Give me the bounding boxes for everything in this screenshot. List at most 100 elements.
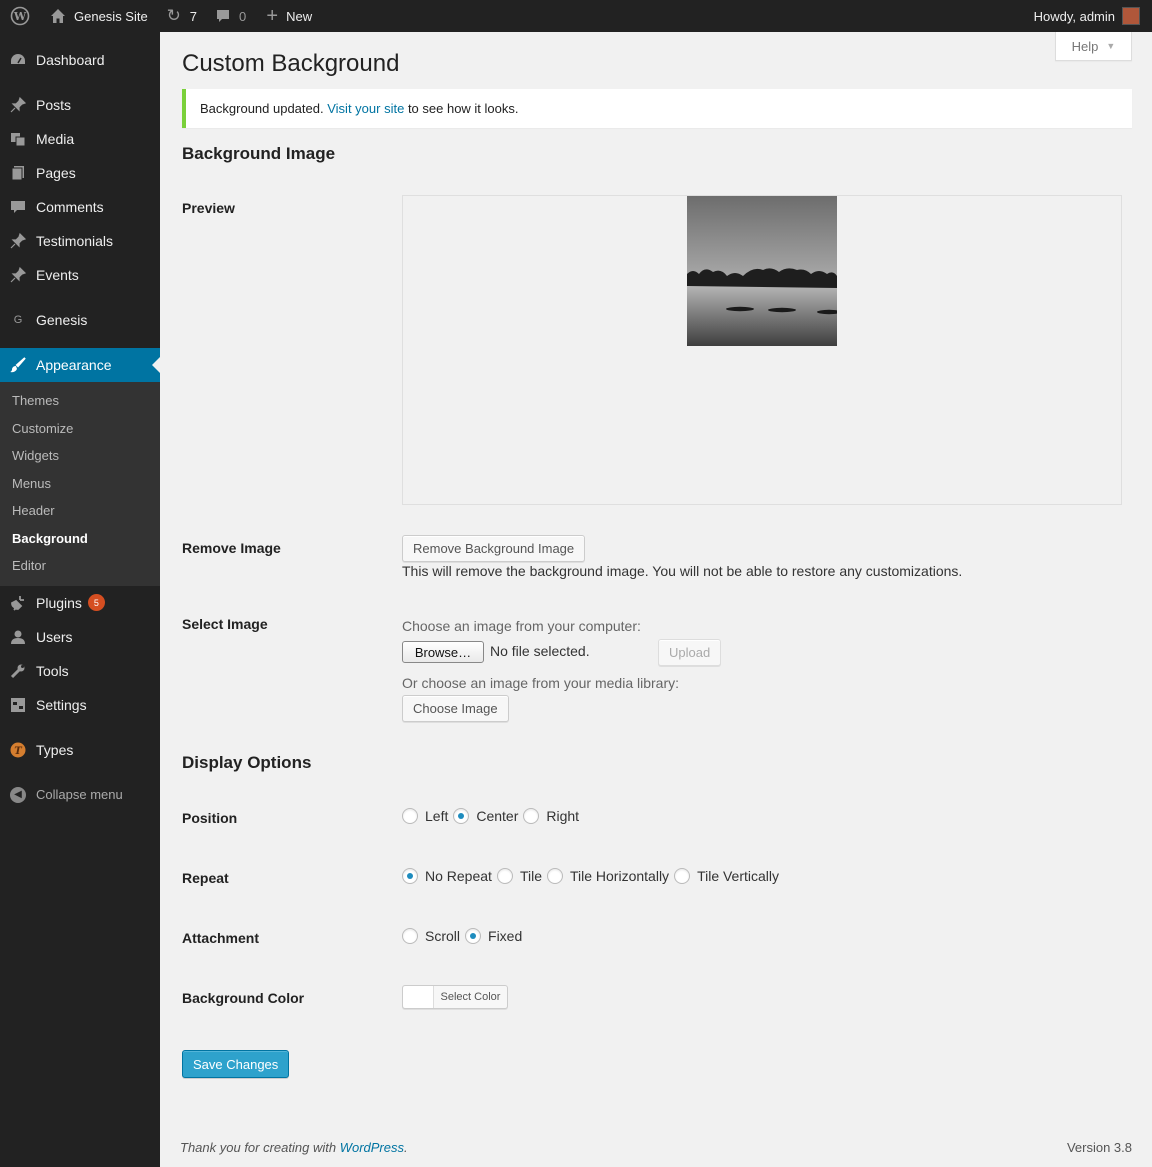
footer-thanks: Thank you for creating with WordPress.: [180, 1140, 408, 1155]
menu-types[interactable]: T Types: [0, 733, 160, 767]
background-image-heading: Background Image: [182, 144, 336, 163]
new-content-menu[interactable]: + New: [254, 0, 320, 32]
repeat-no-repeat-radio[interactable]: [402, 868, 418, 884]
menu-dashboard-label: Dashboard: [36, 52, 105, 68]
wordpress-link[interactable]: WordPress: [340, 1140, 404, 1155]
menu-tools[interactable]: Tools: [0, 654, 160, 688]
select-color-button[interactable]: Select Color: [402, 985, 508, 1009]
visit-site-link[interactable]: Visit your site: [327, 101, 404, 116]
pushpin-icon: [8, 265, 28, 285]
position-center-radio[interactable]: [453, 808, 470, 824]
menu-users-label: Users: [36, 628, 73, 645]
avatar: [1122, 7, 1140, 25]
comment-bubble-icon: [213, 6, 233, 26]
submenu-customize[interactable]: Customize: [0, 415, 160, 443]
wrench-icon: [8, 661, 28, 681]
position-right-label[interactable]: Right: [546, 808, 579, 824]
menu-plugins-label: Plugins: [36, 594, 82, 611]
submenu-themes[interactable]: Themes: [0, 387, 160, 415]
menu-genesis-label: Genesis: [36, 312, 88, 328]
position-left-label[interactable]: Left: [425, 808, 448, 824]
appearance-submenu: Themes Customize Widgets Menus Header Ba…: [0, 382, 160, 586]
menu-events-label: Events: [36, 267, 79, 283]
submenu-menus[interactable]: Menus: [0, 470, 160, 498]
plus-icon: +: [266, 4, 279, 27]
choose-image-button[interactable]: Choose Image: [402, 695, 509, 722]
menu-plugins[interactable]: Plugins 5: [0, 586, 160, 620]
select-image-label: Select Image: [182, 616, 268, 632]
remove-image-description: This will remove the background image. Y…: [402, 563, 963, 579]
site-name-menu[interactable]: Genesis Site: [40, 0, 156, 32]
attachment-radio-group: Scroll Fixed: [402, 928, 527, 944]
pages-icon: [8, 163, 28, 183]
submenu-editor[interactable]: Editor: [0, 552, 160, 580]
choose-from-library-label: Or choose an image from your media libra…: [402, 675, 679, 691]
remove-image-label: Remove Image: [182, 540, 281, 556]
attachment-scroll-label[interactable]: Scroll: [425, 928, 460, 944]
collapse-menu-label: Collapse menu: [36, 787, 123, 802]
menu-users[interactable]: Users: [0, 620, 160, 654]
repeat-no-repeat-label[interactable]: No Repeat: [425, 868, 492, 884]
updates-count: 7: [189, 8, 197, 24]
settings-sliders-icon: [8, 695, 28, 715]
updates-icon: ↻: [166, 6, 181, 25]
submenu-widgets[interactable]: Widgets: [0, 442, 160, 470]
menu-appearance[interactable]: Appearance: [0, 348, 160, 382]
attachment-scroll-radio[interactable]: [402, 928, 418, 944]
repeat-tile-vertically-label[interactable]: Tile Vertically: [697, 868, 779, 884]
menu-genesis[interactable]: G Genesis: [0, 303, 160, 337]
submenu-background[interactable]: Background: [0, 525, 160, 553]
my-account-menu[interactable]: Howdy, admin: [1026, 0, 1152, 32]
admin-bar: W Genesis Site ↻ 7 0 + New Howdy, admin: [0, 0, 1152, 32]
repeat-tile-label[interactable]: Tile: [520, 868, 542, 884]
menu-tools-label: Tools: [36, 662, 69, 679]
menu-media[interactable]: Media: [0, 122, 160, 156]
menu-comments[interactable]: Comments: [0, 190, 160, 224]
howdy-text: Howdy, admin: [1033, 8, 1115, 24]
save-changes-button[interactable]: Save Changes: [182, 1050, 290, 1078]
repeat-tile-horizontally-radio[interactable]: [546, 868, 563, 884]
menu-media-label: Media: [36, 131, 75, 147]
notice-text-after: to see how it looks.: [407, 101, 519, 116]
menu-posts[interactable]: Posts: [0, 88, 160, 122]
browse-file-button[interactable]: Browse…: [402, 641, 484, 663]
users-icon: [8, 627, 28, 647]
admin-menu: Dashboard Posts Media Pages Comments Tes…: [0, 32, 160, 1167]
position-center-label[interactable]: Center: [476, 808, 518, 824]
wordpress-logo-menu[interactable]: W: [0, 0, 40, 32]
attachment-fixed-label[interactable]: Fixed: [488, 928, 522, 944]
menu-events[interactable]: Events: [0, 258, 160, 292]
menu-pages[interactable]: Pages: [0, 156, 160, 190]
menu-settings[interactable]: Settings: [0, 688, 160, 722]
updates-menu[interactable]: ↻ 7: [156, 0, 205, 32]
remove-background-image-button[interactable]: Remove Background Image: [402, 535, 586, 562]
background-preview: [402, 195, 1122, 505]
repeat-tile-horizontally-label[interactable]: Tile Horizontally: [570, 868, 669, 884]
site-name: Genesis Site: [74, 8, 148, 24]
position-right-radio[interactable]: [523, 808, 540, 824]
submenu-header[interactable]: Header: [0, 497, 160, 525]
comments-menu[interactable]: 0: [205, 0, 254, 32]
paintbrush-icon: [8, 355, 28, 375]
new-label: New: [286, 8, 313, 24]
comments-icon: [8, 197, 28, 217]
svg-text:W: W: [13, 10, 27, 23]
menu-dashboard[interactable]: Dashboard: [0, 43, 160, 77]
menu-testimonials[interactable]: Testimonials: [0, 224, 160, 258]
attachment-fixed-radio[interactable]: [465, 928, 482, 944]
comments-count: 0: [238, 8, 247, 24]
wordpress-logo-icon: W: [10, 6, 30, 26]
main-content: Help ▼ Custom Background Background upda…: [160, 32, 1152, 1167]
pushpin-icon: [8, 231, 28, 251]
plug-icon: [8, 593, 28, 613]
collapse-arrow-icon: ◀: [10, 786, 26, 803]
help-tab-button[interactable]: Help ▼: [1055, 32, 1132, 61]
repeat-tile-vertically-radio[interactable]: [674, 868, 691, 884]
upload-button[interactable]: Upload: [658, 639, 722, 666]
position-left-radio[interactable]: [402, 808, 418, 824]
footer-thanks-text: Thank you for creating with: [180, 1140, 337, 1155]
repeat-tile-radio[interactable]: [496, 868, 513, 884]
display-options-heading: Display Options: [182, 753, 312, 772]
collapse-menu-button[interactable]: ◀ Collapse menu: [0, 778, 160, 812]
updated-notice: Background updated. Visit your site to s…: [182, 89, 1132, 128]
